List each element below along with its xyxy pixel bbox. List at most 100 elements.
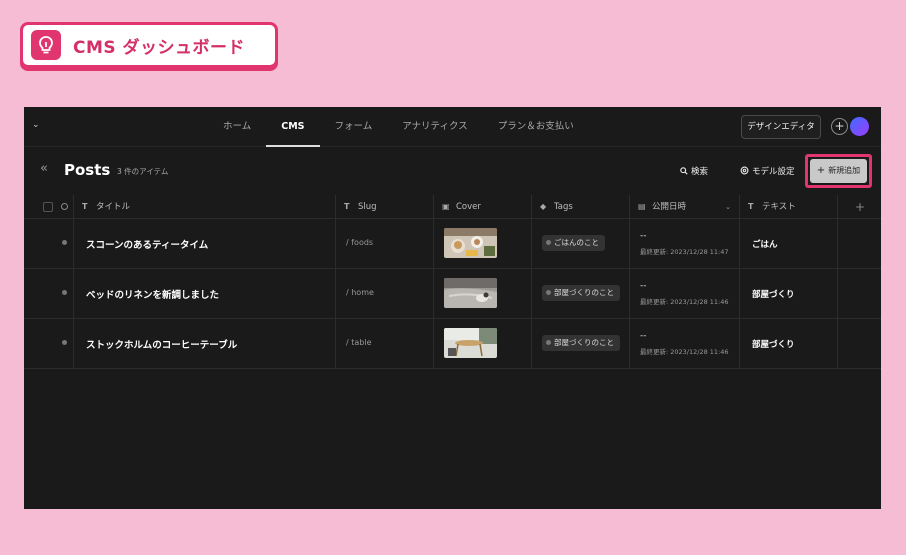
table-row[interactable]: ストックホルムのコーヒーテーブル / table 部屋づくりのこと -- 最終更…	[24, 319, 881, 369]
tag-dot	[546, 340, 551, 345]
page-title: Posts	[64, 161, 111, 179]
lightbulb-icon	[31, 30, 61, 60]
tag-icon: ◆	[540, 202, 547, 211]
cover-cell[interactable]	[434, 269, 532, 318]
column-label-title: タイトル	[96, 202, 131, 212]
add-collaborator-button[interactable]: +	[831, 118, 848, 135]
empty-cell	[838, 269, 881, 318]
tab-plan-billing[interactable]: プラン＆お支払い	[483, 107, 589, 147]
search-label: 検索	[691, 167, 709, 177]
tag-chip[interactable]: ごはんのこと	[542, 235, 605, 251]
tags-cell[interactable]: 部屋づくりのこと	[532, 319, 630, 368]
published-cell[interactable]: -- 最終更新: 2023/12/28 11:47	[630, 219, 740, 268]
tags-cell[interactable]: 部屋づくりのこと	[532, 269, 630, 318]
column-header-slug[interactable]: T Slug	[336, 195, 434, 218]
column-header-tags[interactable]: ◆ Tags	[532, 195, 630, 218]
select-all-checkbox[interactable]	[43, 202, 53, 212]
add-new-label: 新規追加	[828, 166, 861, 175]
gear-icon	[740, 166, 749, 175]
column-label-published: 公開日時	[652, 202, 687, 212]
cover-thumbnail	[444, 278, 497, 308]
post-title: ベッドのリネンを新調しました	[86, 290, 220, 301]
post-slug: / table	[346, 338, 372, 347]
collapse-sidebar-icon[interactable]: «	[40, 161, 48, 176]
table-header: T タイトル T Slug ▣ Cover ◆ Tags ▤ 公開日時 ⌄ T	[24, 195, 881, 219]
row-status-cell	[24, 269, 74, 318]
cover-cell[interactable]	[434, 319, 532, 368]
add-column-icon[interactable]: +	[855, 195, 865, 219]
status-dot	[62, 290, 67, 295]
column-header-text[interactable]: T テキスト	[740, 195, 838, 218]
published-date: --	[640, 231, 647, 241]
text-cell[interactable]: 部屋づくり	[740, 269, 838, 318]
column-header-title[interactable]: T タイトル	[74, 195, 336, 218]
slug-cell[interactable]: / home	[336, 269, 434, 318]
text-type-icon: T	[344, 202, 350, 211]
status-dot	[62, 240, 67, 245]
title-cell[interactable]: ベッドのリネンを新調しました	[74, 269, 336, 318]
published-date: --	[640, 281, 647, 291]
last-updated: 最終更新: 2023/12/28 11:46	[640, 348, 729, 356]
tag-dot	[546, 290, 551, 295]
tab-home[interactable]: ホーム	[208, 107, 266, 147]
search-icon	[680, 167, 688, 175]
cover-cell[interactable]	[434, 219, 532, 268]
column-label-text: テキスト	[762, 202, 796, 212]
post-slug: / foods	[346, 238, 374, 247]
title-cell[interactable]: スコーンのあるティータイム	[74, 219, 336, 268]
calendar-icon: ▤	[638, 202, 646, 211]
last-updated: 最終更新: 2023/12/28 11:46	[640, 298, 729, 306]
column-header-cover[interactable]: ▣ Cover	[434, 195, 532, 218]
table-row[interactable]: スコーンのあるティータイム / foods ごはんのこと -- 最終更新: 20…	[24, 219, 881, 269]
published-date: --	[640, 331, 647, 341]
model-settings-label: モデル設定	[752, 167, 795, 177]
tag-dot	[546, 240, 551, 245]
text-value: ごはん	[752, 240, 778, 250]
search-button[interactable]: 検索	[680, 165, 708, 177]
column-label-slug: Slug	[358, 202, 377, 212]
tags-cell[interactable]: ごはんのこと	[532, 219, 630, 268]
empty-cell	[838, 319, 881, 368]
published-cell[interactable]: -- 最終更新: 2023/12/28 11:46	[630, 319, 740, 368]
text-cell[interactable]: 部屋づくり	[740, 319, 838, 368]
model-settings-button[interactable]: モデル設定	[740, 165, 795, 177]
avatar[interactable]	[850, 117, 869, 136]
cover-thumbnail	[444, 228, 497, 258]
tag-label: ごはんのこと	[554, 238, 599, 247]
slug-cell[interactable]: / table	[336, 319, 434, 368]
tag-label: 部屋づくりのこと	[554, 338, 614, 347]
published-cell[interactable]: -- 最終更新: 2023/12/28 11:46	[630, 269, 740, 318]
tag-chip[interactable]: 部屋づくりのこと	[542, 335, 620, 351]
tab-forms[interactable]: フォーム	[320, 107, 388, 147]
row-status-cell	[24, 219, 74, 268]
collection-header: « Posts 3 件のアイテム 検索 モデル設定	[24, 147, 881, 195]
image-icon: ▣	[442, 202, 450, 211]
text-value: 部屋づくり	[752, 290, 795, 300]
banner-title: CMS ダッシュボード	[73, 37, 246, 58]
tab-cms[interactable]: CMS	[266, 107, 320, 147]
chevron-down-icon[interactable]: ⌄	[725, 195, 731, 219]
cover-thumbnail	[444, 328, 497, 358]
title-cell[interactable]: ストックホルムのコーヒーテーブル	[74, 319, 336, 368]
tag-label: 部屋づくりのこと	[554, 288, 614, 297]
top-navigation: ⌄ ホーム CMS フォーム アナリティクス プラン＆お支払い デザインエディタ…	[24, 107, 881, 147]
tag-chip[interactable]: 部屋づくりのこと	[542, 285, 620, 301]
slug-cell[interactable]: / foods	[336, 219, 434, 268]
posts-table: T タイトル T Slug ▣ Cover ◆ Tags ▤ 公開日時 ⌄ T	[24, 195, 881, 369]
select-column-header	[24, 195, 74, 218]
status-dot	[62, 340, 67, 345]
tab-analytics[interactable]: アナリティクス	[387, 107, 482, 147]
table-row[interactable]: ベッドのリネンを新調しました / home 部屋づくりのこと -- 最終更新: …	[24, 269, 881, 319]
add-column-header[interactable]: +	[838, 195, 881, 218]
chevron-down-icon[interactable]: ⌄	[32, 120, 40, 130]
column-header-published[interactable]: ▤ 公開日時 ⌄	[630, 195, 740, 218]
add-new-button[interactable]: + 新規追加	[810, 159, 867, 183]
cms-app-window: ⌄ ホーム CMS フォーム アナリティクス プラン＆お支払い デザインエディタ…	[24, 107, 881, 509]
text-cell[interactable]: ごはん	[740, 219, 838, 268]
page-banner: CMS ダッシュボード	[20, 22, 278, 68]
post-slug: / home	[346, 288, 374, 297]
text-type-icon: T	[748, 202, 754, 211]
item-count: 3 件のアイテム	[117, 167, 169, 176]
design-editor-button[interactable]: デザインエディタ	[741, 115, 821, 139]
text-value: 部屋づくり	[752, 340, 795, 350]
